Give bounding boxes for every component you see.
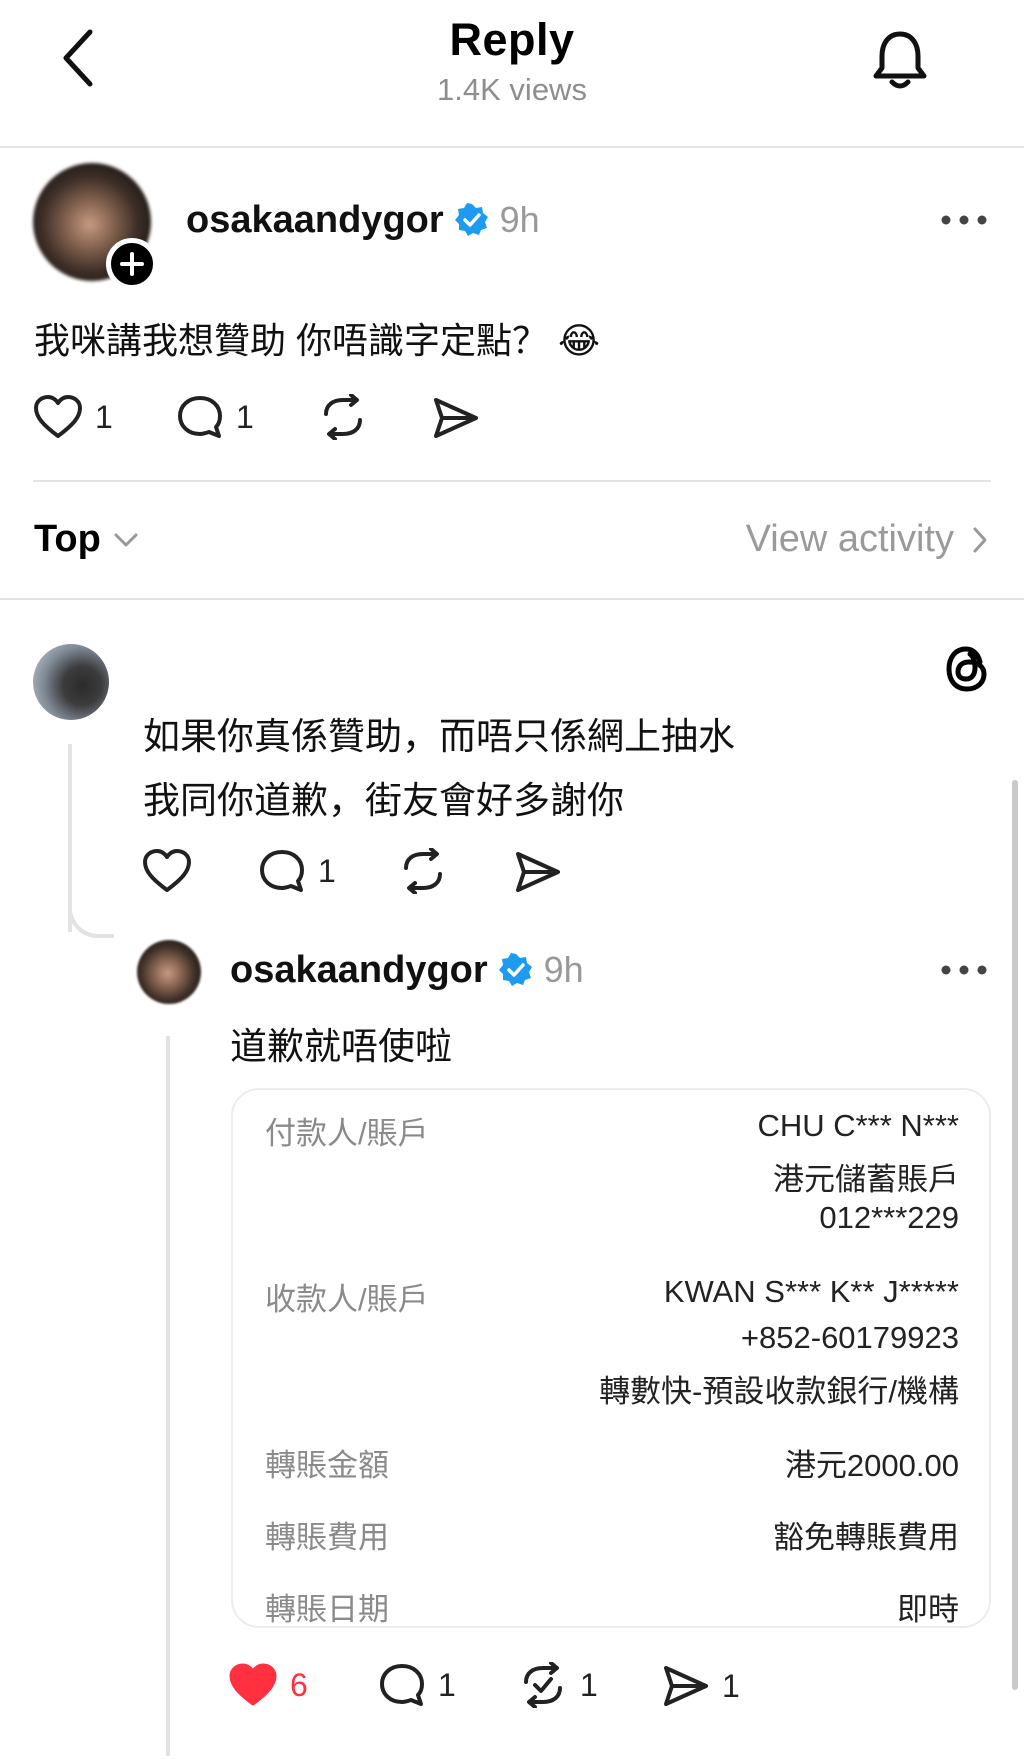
comment-text-line-2: 我同你道歉，街友會好多謝你: [143, 780, 624, 821]
view-activity-link[interactable]: View activity: [746, 518, 988, 561]
heart-icon: [143, 849, 191, 892]
payer-account-type: 港元儲蓄賬戶: [773, 1162, 959, 1197]
notification-button[interactable]: [870, 28, 930, 92]
transfer-receipt-image[interactable]: 付款人/賬戶 CHU C*** N*** 港元儲蓄賬戶 012***229 收款…: [231, 1088, 991, 1628]
comment-icon: [260, 850, 304, 892]
reposted-icon: [524, 1662, 562, 1708]
amount-value: 港元2000.00: [784, 1448, 959, 1483]
payer-label: 付款人/賬戶: [265, 1116, 429, 1151]
repost-icon: [324, 393, 362, 441]
plus-icon: [120, 252, 144, 276]
reply-more-options-button[interactable]: [940, 958, 988, 982]
username[interactable]: osakaandygor: [186, 199, 444, 242]
date-label: 轉賬日期: [265, 1592, 389, 1627]
heart-icon: [34, 395, 82, 438]
reply-username[interactable]: osakaandygor: [230, 949, 488, 992]
payee-name: KWAN S*** K** J*****: [663, 1274, 959, 1309]
reply-share-count: 1: [722, 1667, 740, 1704]
comment-repost-button[interactable]: [398, 847, 448, 899]
reply-text: 道歉就唔使啦: [230, 1026, 452, 1067]
amount-label: 轉賬金額: [265, 1448, 389, 1483]
reply-time: 9h: [543, 949, 584, 990]
comment-icon: [178, 396, 222, 438]
view-activity-label: View activity: [745, 518, 954, 560]
comment-button[interactable]: 1: [176, 394, 254, 440]
commenter-avatar[interactable]: [33, 644, 109, 720]
comment-text-line-1: 如果你真係贊助，而唔只係網上抽水: [143, 716, 735, 757]
post-text: 我咪講我想贊助 你唔識字定點？ 😂: [34, 320, 601, 361]
thread-connector-curve: [68, 900, 114, 938]
comment-icon: [380, 1664, 424, 1706]
reply-like-button[interactable]: 6: [228, 1662, 308, 1708]
comment-reply-count: 1: [318, 852, 336, 889]
like-button[interactable]: 1: [33, 394, 113, 440]
reply-avatar[interactable]: [137, 940, 201, 1004]
like-count: 1: [95, 398, 113, 435]
verified-badge-icon: [454, 203, 488, 236]
sort-label: Top: [34, 518, 101, 560]
sort-dropdown[interactable]: Top: [34, 518, 139, 561]
sort-divider: [0, 598, 1024, 600]
chevron-right-icon: [973, 527, 987, 552]
comment-like-button[interactable]: [142, 848, 192, 899]
reply-share-button[interactable]: 1: [662, 1664, 740, 1708]
payee-label: 收款人/賬戶: [265, 1282, 429, 1317]
payee-phone: +852-60179923: [740, 1320, 959, 1355]
reply-repost-button[interactable]: 1: [518, 1662, 598, 1708]
post-divider: [33, 480, 991, 482]
repost-button[interactable]: [318, 393, 368, 445]
payer-account: 012***229: [819, 1200, 959, 1235]
reply-thread-line: [166, 1036, 170, 1756]
share-icon: [664, 1666, 708, 1706]
reply-repost-count: 1: [580, 1666, 598, 1703]
reply-author-row: osakaandygor 9h: [230, 945, 584, 995]
reply-count: 1: [236, 398, 254, 435]
reply-comment-button[interactable]: 1: [378, 1662, 456, 1708]
reply-like-count: 6: [290, 1666, 308, 1703]
scrollbar[interactable]: [1012, 780, 1018, 1690]
follow-button[interactable]: [106, 238, 158, 290]
repost-icon: [404, 847, 442, 895]
heart-filled-icon: [229, 1663, 277, 1706]
more-options-button[interactable]: [940, 208, 988, 232]
post-time: 9h: [499, 199, 540, 240]
more-icon: [941, 965, 987, 975]
payer-name: CHU C*** N***: [757, 1108, 959, 1143]
comment-reply-button[interactable]: 1: [258, 848, 336, 894]
date-value: 即時: [897, 1592, 959, 1627]
threads-logo-icon: [944, 644, 990, 699]
share-icon: [516, 852, 560, 892]
payee-bank: 轉數快-預設收款銀行/機構: [599, 1374, 959, 1409]
post-author-row: osakaandygor 9h: [186, 196, 540, 244]
share-icon: [434, 398, 478, 438]
share-button[interactable]: [432, 396, 480, 445]
fee-value: 豁免轉賬費用: [773, 1520, 959, 1555]
header-divider: [0, 146, 1024, 148]
comment-share-button[interactable]: [514, 850, 562, 899]
verified-badge-icon: [498, 953, 532, 986]
reply-comment-count: 1: [438, 1666, 456, 1703]
fee-label: 轉賬費用: [265, 1520, 389, 1555]
more-icon: [941, 215, 987, 225]
chevron-down-icon: [114, 533, 138, 546]
bell-icon: [873, 31, 927, 89]
